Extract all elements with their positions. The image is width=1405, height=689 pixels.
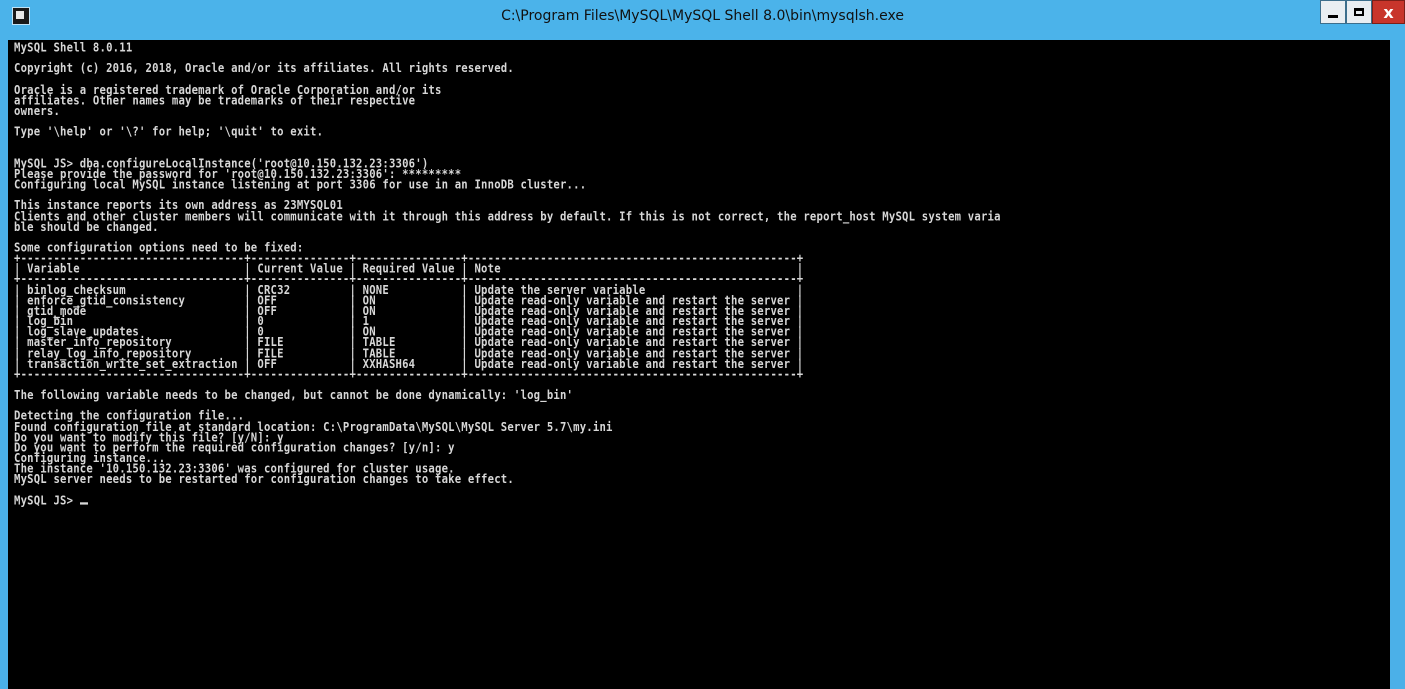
title-bar[interactable]: C:\Program Files\MySQL\MySQL Shell 8.0\b… (0, 0, 1405, 40)
close-button[interactable]: x (1372, 0, 1405, 24)
terminal-text: MySQL Shell 8.0.11 Copyright (c) 2016, 2… (8, 40, 1390, 507)
output-lines: MySQL Shell 8.0.11 Copyright (c) 2016, 2… (14, 41, 1001, 487)
console-line: Copyright (c) 2016, 2018, Oracle and/or … (14, 62, 514, 77)
window-title: C:\Program Files\MySQL\MySQL Shell 8.0\b… (501, 8, 904, 24)
console-window: C:\Program Files\MySQL\MySQL Shell 8.0\b… (0, 0, 1405, 689)
close-icon: x (1383, 2, 1394, 22)
console-output[interactable]: MySQL Shell 8.0.11 Copyright (c) 2016, 2… (8, 40, 1390, 689)
minimize-icon (1328, 14, 1338, 18)
console-line: owners. (14, 104, 61, 119)
prompt-line[interactable]: MySQL JS> (14, 494, 88, 508)
console-line: MySQL Shell 8.0.11 (14, 41, 133, 55)
console-line: The following variable needs to be chang… (14, 388, 574, 403)
console-line: Type '\help' or '\?' for help; '\quit' t… (14, 125, 324, 140)
console-line: MySQL server needs to be restarted for c… (14, 472, 514, 487)
console-line: ble should be changed. (14, 220, 159, 234)
cursor-icon (79, 501, 88, 505)
console-line: Clients and other cluster members will c… (14, 209, 1001, 224)
console-line: affiliates. Other names may be trademark… (14, 93, 416, 108)
maximize-button[interactable] (1346, 0, 1372, 24)
maximize-icon (1354, 8, 1364, 16)
minimize-button[interactable] (1320, 0, 1346, 24)
console-line: +----------------------------------+----… (14, 367, 804, 382)
prompt-text: MySQL JS> (14, 493, 80, 508)
vertical-scrollbar[interactable] (1390, 40, 1405, 689)
console-line: Configuring local MySQL instance listeni… (14, 178, 587, 192)
